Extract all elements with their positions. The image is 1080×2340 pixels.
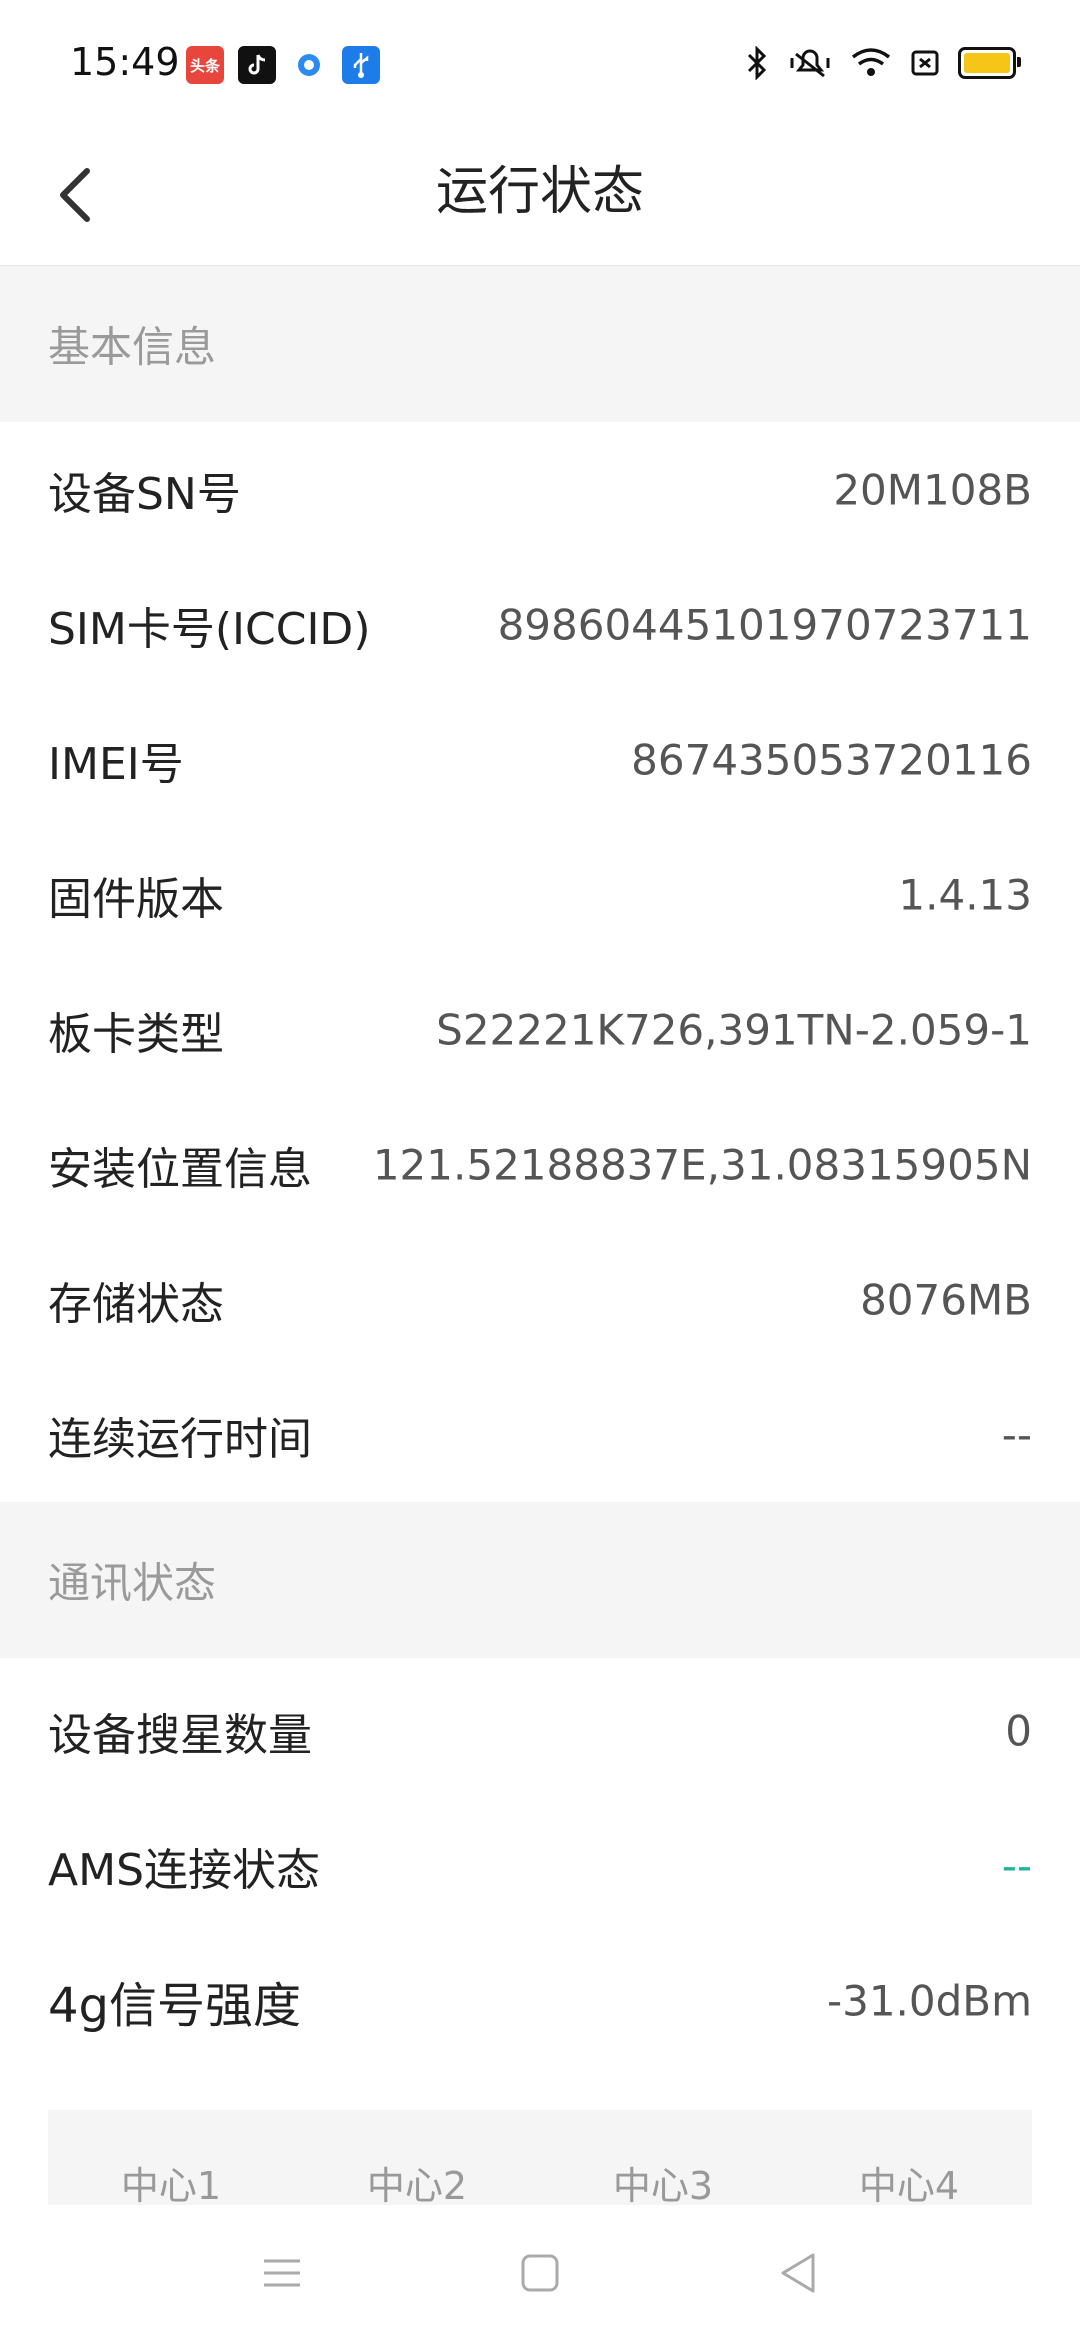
row-label: SIM卡号(ICCID) xyxy=(48,603,371,655)
page-title: 运行状态 xyxy=(435,162,644,222)
section-title-comm: 通讯状态 xyxy=(48,1558,217,1608)
row-value: -- xyxy=(1001,1410,1032,1459)
info-row-ams-status: AMS连接状态 -- xyxy=(0,1798,1080,1933)
row-label: 设备搜星数量 xyxy=(48,1709,312,1761)
toutiao-app-icon: 头条 xyxy=(186,46,224,84)
center-header-3: 中心3 xyxy=(612,2164,714,2208)
vibrate-mute-icon xyxy=(788,46,832,80)
row-label: 连续运行时间 xyxy=(48,1413,312,1465)
row-label: 安装位置信息 xyxy=(48,1143,312,1195)
row-value: 89860445101970723711 xyxy=(497,600,1032,649)
row-label: 板卡类型 xyxy=(48,1008,224,1060)
row-value: -31.0dBm xyxy=(826,1976,1032,2025)
tiktok-app-icon xyxy=(238,46,276,84)
row-label: AMS连接状态 xyxy=(48,1844,320,1896)
info-row-board-type: 板卡类型 S22221K726,391TN-2.059-1 xyxy=(0,962,1080,1097)
info-row-uptime: 连续运行时间 -- xyxy=(0,1367,1080,1502)
row-value: 867435053720116 xyxy=(631,735,1032,784)
back-triangle-icon xyxy=(781,2253,815,2293)
row-value: -- xyxy=(1001,1841,1032,1890)
wifi-icon xyxy=(850,46,892,80)
row-label: 设备SN号 xyxy=(48,468,241,520)
center-header-2: 中心2 xyxy=(366,2164,468,2208)
center-header-1: 中心1 xyxy=(120,2164,222,2208)
clock: 15:49 xyxy=(70,40,180,84)
info-row-imei: IMEI号 867435053720116 xyxy=(0,692,1080,827)
status-bar: 15:49 头条 xyxy=(0,0,1080,120)
home-square-icon xyxy=(521,2254,559,2292)
info-row-firmware: 固件版本 1.4.13 xyxy=(0,827,1080,962)
info-row-location: 安装位置信息 121.52188837E,31.08315905N xyxy=(0,1097,1080,1232)
system-nav-bar xyxy=(0,2205,1080,2340)
section-header-basic: 基本信息 xyxy=(0,266,1080,422)
info-row-4g-signal: 4g信号强度 -31.0dBm xyxy=(0,1933,1080,2068)
section-title-basic: 基本信息 xyxy=(48,322,217,372)
info-row-iccid: SIM卡号(ICCID) 89860445101970723711 xyxy=(0,557,1080,692)
row-label: IMEI号 xyxy=(48,738,184,790)
back-nav-button[interactable] xyxy=(768,2243,828,2303)
row-value: 1.4.13 xyxy=(898,870,1032,919)
menu-icon xyxy=(264,2259,300,2287)
bluetooth-icon xyxy=(744,46,770,80)
center-header-4: 中心4 xyxy=(858,2164,960,2208)
row-value: S22221K726,391TN-2.059-1 xyxy=(436,1005,1032,1054)
row-label: 4g信号强度 xyxy=(48,1977,302,2034)
menu-nav-button[interactable] xyxy=(252,2243,312,2303)
info-row-sn: 设备SN号 20M108B xyxy=(0,422,1080,557)
top-bar: 运行状态 xyxy=(0,120,1080,266)
row-value: 121.52188837E,31.08315905N xyxy=(372,1140,1032,1189)
system-icons xyxy=(744,46,1021,80)
info-row-satellites: 设备搜星数量 0 xyxy=(0,1663,1080,1798)
notification-icons: 头条 xyxy=(186,46,380,84)
row-value: 8076MB xyxy=(860,1275,1032,1324)
center-table: 中心1 中心2 中心3 中心4 xyxy=(48,2110,1032,2208)
section-header-comm: 通讯状态 xyxy=(0,1502,1080,1658)
usb-icon xyxy=(342,46,380,84)
browser-app-icon xyxy=(290,46,328,84)
row-label: 存储状态 xyxy=(48,1278,224,1330)
row-value: 0 xyxy=(1005,1706,1032,1755)
row-value: 20M108B xyxy=(833,465,1032,514)
sim-off-icon xyxy=(910,48,940,78)
info-row-storage: 存储状态 8076MB xyxy=(0,1232,1080,1367)
home-nav-button[interactable] xyxy=(510,2243,570,2303)
battery-icon xyxy=(958,47,1021,79)
row-label: 固件版本 xyxy=(48,873,224,925)
